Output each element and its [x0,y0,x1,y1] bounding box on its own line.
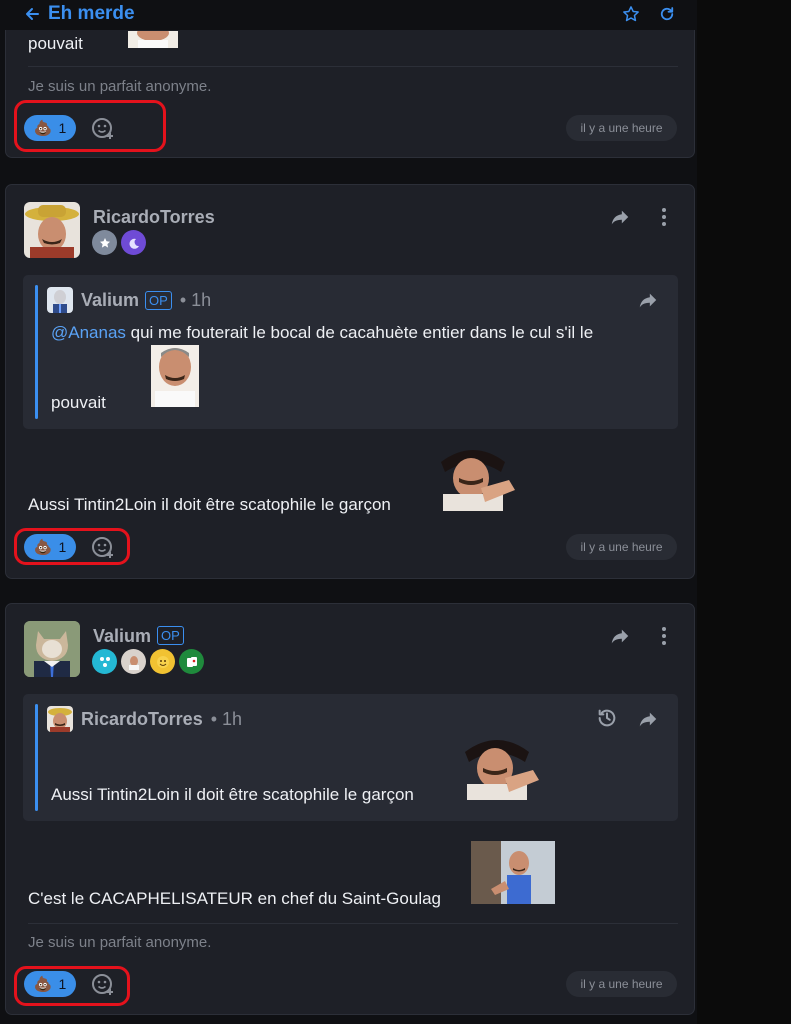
timestamp[interactable]: il y a une heure [566,534,677,560]
post-text: C'est le CACAPHELISATEUR en chef du Sain… [28,889,442,908]
avatar[interactable] [24,202,80,258]
quote-bar [35,704,38,811]
post-text: pouvait [28,34,83,53]
op-badge: OP [157,626,184,645]
quote-author[interactable]: RicardoTorres [81,709,203,730]
add-reaction-icon[interactable] [90,534,116,560]
portrait-badge [121,649,146,674]
reaction-count: 1 [58,120,67,136]
laughing-man-sticker [471,841,555,904]
emoji-badge [150,649,175,674]
quote-text: Aussi Tintin2Loin il doit être scatophil… [51,785,414,804]
reaction-button[interactable]: 💩 1 [24,534,76,560]
timestamp[interactable]: il y a une heure [566,115,677,141]
more-icon[interactable] [654,625,674,647]
share-icon[interactable] [637,708,659,730]
reaction-button[interactable]: 💩 1 [24,971,76,997]
quote-time: • 1h [210,708,243,729]
reaction-count: 1 [58,539,67,555]
share-icon[interactable] [609,206,631,228]
quote-text: @Ananas qui me fouterait le bocal de cac… [51,323,594,342]
quote-avatar [47,706,73,732]
add-reaction-icon[interactable] [90,115,116,141]
laughing-man-sticker [151,345,199,407]
share-icon[interactable] [637,289,659,311]
rank-badge [92,230,117,255]
laughing-man-sticker [455,738,541,800]
post-text: Aussi Tintin2Loin il doit être scatophil… [28,495,391,514]
history-icon[interactable] [596,707,618,729]
stars-badge [92,649,117,674]
poop-emoji-icon: 💩 [33,976,53,993]
moon-badge [121,230,146,255]
post-card: RicardoTorres Valium OP • 1h @Ananas qui… [5,184,695,579]
laughing-man-sticker [128,31,178,48]
refresh-icon[interactable] [658,5,676,23]
post-card: Valium OP RicardoTorres • 1h Aussi Tintin… [5,603,695,1015]
quote-block: RicardoTorres • 1h Aussi Tintin2Loin il … [23,694,678,821]
divider [28,923,678,924]
timestamp[interactable]: il y a une heure [566,971,677,997]
quote-time: • 1h [179,289,212,310]
op-badge: OP [145,290,172,310]
divider [28,66,678,67]
quote-block: Valium OP • 1h @Ananas qui me fouterait … [23,275,678,429]
signature: Je suis un parfait anonyme. [28,934,212,951]
poop-emoji-icon: 💩 [33,120,53,137]
poop-emoji-icon: 💩 [33,539,53,556]
add-reaction-icon[interactable] [90,971,116,997]
share-icon[interactable] [609,625,631,647]
back-arrow-icon [26,8,39,20]
quote-bar [35,285,38,419]
right-empty-pane [697,0,791,1024]
cards-badge [179,649,204,674]
star-icon[interactable] [622,5,640,23]
quote-author[interactable]: Valium [81,290,139,311]
laughing-man-sticker [431,448,517,511]
reaction-count: 1 [58,976,67,992]
more-icon[interactable] [654,206,674,228]
mention-link[interactable]: @Ananas [51,323,126,342]
author-name[interactable]: RicardoTorres [93,207,215,228]
quote-avatar [47,287,73,313]
reaction-button[interactable]: 💩 1 [24,115,76,141]
avatar[interactable] [24,621,80,677]
author-name[interactable]: Valium OP [93,626,184,647]
page-title: Eh merde [48,3,135,24]
back-link[interactable]: Eh merde [24,3,135,25]
signature: Je suis un parfait anonyme. [28,78,212,95]
top-bar: Eh merde [0,0,697,30]
quote-text: pouvait [51,393,106,412]
